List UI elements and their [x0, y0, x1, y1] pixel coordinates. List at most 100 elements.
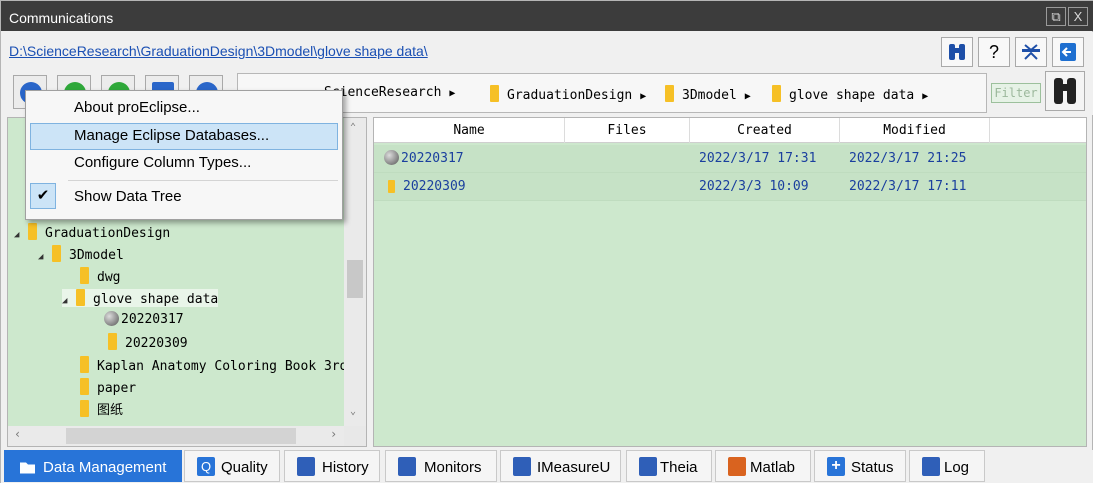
column-header-created[interactable]: Created — [690, 118, 840, 143]
checkmark-icon[interactable]: ✔ — [30, 183, 56, 209]
restore-button[interactable]: ⧉ — [1046, 7, 1066, 26]
tree-node-dwg[interactable]: dwg — [80, 267, 120, 285]
tree-node-kaplan[interactable]: Kaplan Anatomy Coloring Book 3rdE — [80, 356, 355, 374]
tab-log[interactable]: Log — [909, 450, 985, 482]
tab-label: Data Management — [43, 459, 167, 476]
chevron-right-icon[interactable]: › — [330, 427, 337, 441]
folder-icon — [80, 378, 89, 395]
breadcrumb-label: glove shape data — [789, 88, 915, 103]
tree-node-label: 20220317 — [121, 312, 184, 327]
current-path-link[interactable]: D:\ScienceResearch\GraduationDesign\3Dmo… — [9, 43, 428, 59]
expand-triangle-icon[interactable]: ◢ — [14, 230, 28, 240]
tree-node-label: 20220309 — [125, 336, 188, 351]
tree-node-graduationdesign[interactable]: ◢ GraduationDesign — [14, 223, 170, 241]
main-window: Communications ⧉ X D:\ScienceResearch\Gr… — [0, 0, 1093, 483]
layout-button[interactable] — [1015, 37, 1047, 67]
chevron-right-icon[interactable]: ▶ — [922, 91, 928, 102]
tree-node-glove-shape-data[interactable]: ◢ glove shape data — [62, 289, 219, 307]
menu-item-manage-databases[interactable]: Manage Eclipse Databases... — [74, 127, 269, 144]
tree-node-20220309[interactable]: 20220309 — [108, 333, 188, 351]
row-name: 20220309 — [403, 179, 466, 194]
filter-button[interactable]: Filter — [991, 83, 1041, 103]
window-title: Communications — [9, 10, 114, 26]
tab-imeasureu[interactable]: IMeasureU — [500, 450, 621, 482]
table-cell-name: 20220317 — [384, 150, 464, 166]
title-bar: Communications ⧉ X — [1, 1, 1093, 31]
tree-vertical-scrollbar[interactable]: ⌃ ⌄ — [344, 118, 366, 426]
folder-icon — [108, 333, 117, 350]
tab-monitors[interactable]: Monitors — [385, 450, 497, 482]
menu-separator — [68, 180, 338, 181]
tab-theia[interactable]: Theia — [626, 450, 712, 482]
folder-icon — [80, 267, 89, 284]
column-header-name[interactable]: Name — [374, 118, 565, 143]
chevron-right-icon[interactable]: ▶ — [745, 91, 751, 102]
tab-label: Monitors — [424, 459, 482, 476]
tab-label: Status — [851, 459, 894, 476]
binoculars-button[interactable] — [941, 37, 973, 67]
menu-item-about[interactable]: About proEclipse... — [74, 99, 200, 116]
expand-triangle-icon[interactable]: ◢ — [62, 296, 76, 306]
table-cell-name: 20220309 — [388, 179, 466, 194]
breadcrumb-item-3dmodel[interactable]: 3Dmodel ▶ — [665, 85, 751, 103]
context-menu: About proEclipse... Manage Eclipse Datab… — [25, 90, 343, 220]
breadcrumb-item-glove-shape-data[interactable]: glove shape data ▶ — [772, 85, 928, 103]
tab-label: Quality — [221, 459, 268, 476]
tab-matlab[interactable]: Matlab — [715, 450, 811, 482]
search-button[interactable] — [1045, 71, 1085, 111]
tree-node-label: 图纸 — [97, 403, 124, 418]
chevron-right-icon[interactable]: ▶ — [449, 88, 455, 99]
tab-bar: Data Management Q Quality History Monito… — [1, 450, 1093, 483]
database-icon — [384, 150, 399, 165]
chevron-right-icon[interactable]: ▶ — [640, 91, 646, 102]
chevron-up-icon[interactable]: ⌃ — [350, 122, 356, 133]
imeasureu-icon — [513, 457, 531, 476]
folder-icon — [388, 180, 395, 193]
table-row[interactable]: 20220317 2022/3/17 17:31 2022/3/17 21:25 — [374, 145, 1086, 173]
binoculars-icon — [1054, 78, 1076, 104]
breadcrumb: ScienceResearch ▶ GraduationDesign ▶ 3Dmod… — [237, 73, 987, 113]
table-cell-created: 2022/3/17 17:31 — [699, 151, 817, 166]
list-header: Name Files Created Modified — [374, 118, 1086, 143]
tree-node-label: paper — [97, 381, 137, 396]
menu-item-configure-columns[interactable]: Configure Column Types... — [74, 154, 251, 171]
tree-node-label: 3Dmodel — [69, 248, 124, 263]
tab-data-management[interactable]: Data Management — [4, 450, 182, 482]
tab-status[interactable]: + Status — [814, 450, 906, 482]
binoculars-icon — [949, 44, 965, 60]
tab-history[interactable]: History — [284, 450, 380, 482]
help-button[interactable]: ? — [978, 37, 1010, 67]
tree-node-drawings[interactable]: 图纸 — [80, 399, 123, 418]
login-icon — [1060, 43, 1076, 61]
tree-node-3dmodel[interactable]: ◢ 3Dmodel — [38, 245, 124, 263]
tree-node-paper[interactable]: paper — [80, 378, 136, 396]
tab-label: History — [322, 459, 369, 476]
table-row[interactable]: 20220309 2022/3/3 10:09 2022/3/17 17:11 — [374, 173, 1086, 201]
close-icon: X — [1073, 9, 1083, 24]
tab-label: Matlab — [750, 459, 796, 476]
close-button[interactable]: X — [1068, 7, 1088, 26]
scrollbar-thumb[interactable] — [66, 428, 296, 444]
menu-item-show-data-tree[interactable]: Show Data Tree — [74, 188, 182, 205]
column-header-modified[interactable]: Modified — [840, 118, 990, 143]
breadcrumb-item-scienceresearch[interactable]: ScienceResearch ▶ — [324, 85, 455, 100]
breadcrumb-item-graduationdesign[interactable]: GraduationDesign ▶ — [490, 85, 646, 103]
chevron-down-icon[interactable]: ⌄ — [350, 406, 356, 417]
matlab-icon — [728, 457, 746, 476]
folder-icon — [490, 85, 499, 102]
history-icon — [297, 457, 315, 476]
login-button[interactable] — [1052, 37, 1084, 67]
table-cell-created: 2022/3/3 10:09 — [699, 179, 809, 194]
folder-icon — [76, 289, 85, 306]
scrollbar-thumb[interactable] — [347, 260, 363, 298]
tab-quality[interactable]: Q Quality — [184, 450, 280, 482]
folder-open-icon — [20, 462, 35, 474]
tree-horizontal-scrollbar[interactable]: ‹ › — [8, 426, 344, 446]
tab-label: Theia — [660, 459, 698, 476]
column-header-files[interactable]: Files — [565, 118, 690, 143]
tree-node-20220317[interactable]: 20220317 — [104, 311, 184, 327]
folder-icon — [28, 223, 37, 240]
quality-icon: Q — [197, 457, 215, 476]
expand-triangle-icon[interactable]: ◢ — [38, 252, 52, 262]
chevron-left-icon[interactable]: ‹ — [14, 427, 21, 441]
